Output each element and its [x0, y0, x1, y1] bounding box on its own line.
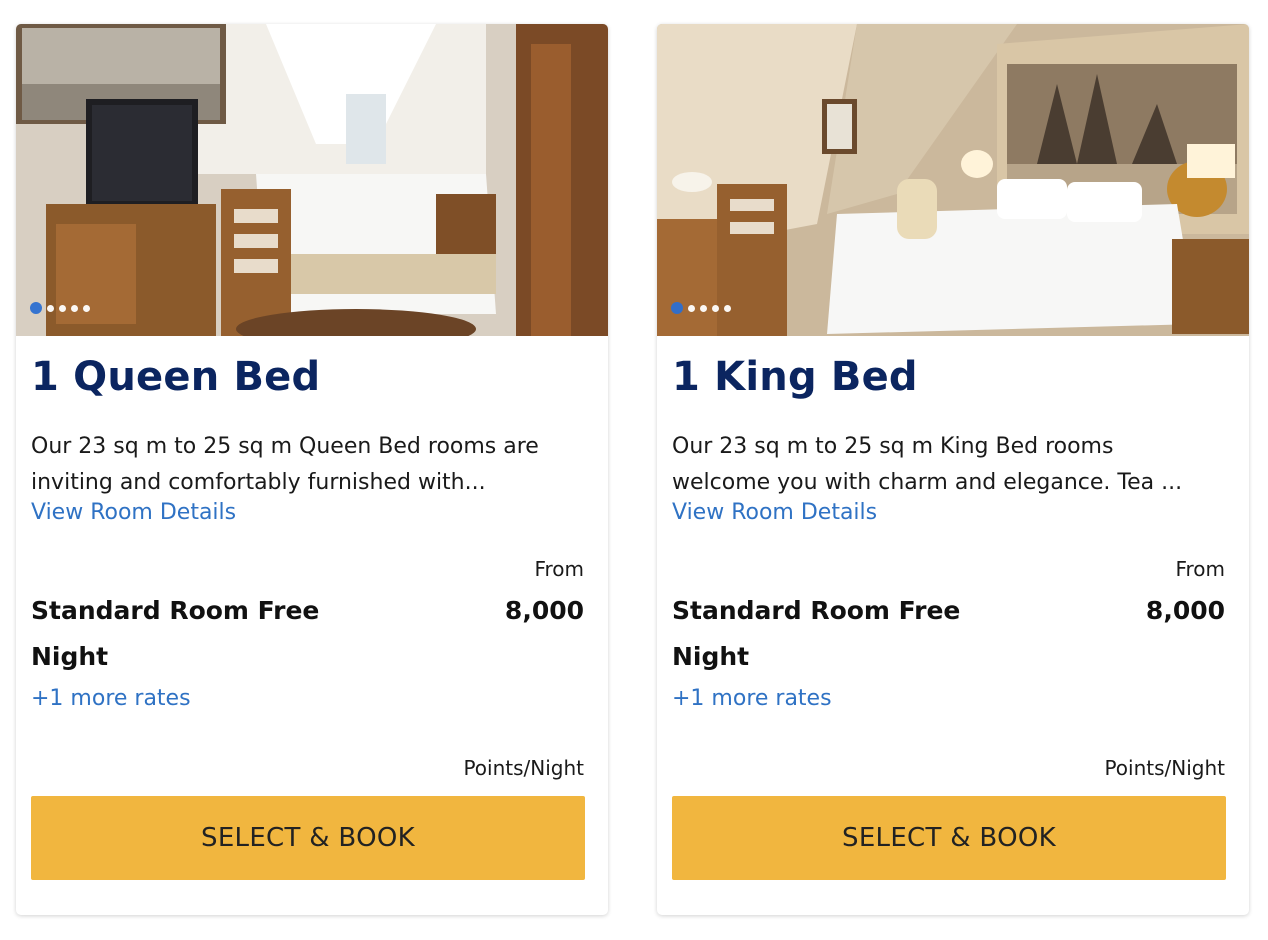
carousel-dots[interactable] — [671, 302, 736, 314]
room-photo — [16, 24, 608, 336]
rate-name: Standard Room Free Night — [31, 588, 371, 680]
room-description-line: inviting and comfortably furnished with.… — [31, 470, 486, 495]
room-title: 1 King Bed — [672, 354, 918, 400]
select-and-book-button[interactable]: SELECT & BOOK — [672, 796, 1226, 880]
carousel-dot-1[interactable] — [30, 302, 42, 314]
room-photo-carousel[interactable] — [657, 24, 1249, 336]
room-description-line: Our 23 sq m to 25 sq m Queen Bed rooms a… — [31, 434, 539, 459]
more-rates-link[interactable]: +1 more rates — [672, 686, 832, 711]
room-description: Our 23 sq m to 25 sq m King Bed rooms we… — [672, 429, 1242, 501]
from-label: From — [1175, 557, 1225, 581]
room-description: Our 23 sq m to 25 sq m Queen Bed rooms a… — [31, 429, 601, 501]
rate-points: 8,000 — [504, 596, 584, 625]
rate-name-line: Standard Room Free — [31, 596, 320, 625]
room-card-queen: 1 Queen Bed Our 23 sq m to 25 sq m Queen… — [16, 24, 608, 915]
carousel-dot-4[interactable] — [71, 304, 78, 312]
view-room-details-link[interactable]: View Room Details — [31, 500, 236, 525]
room-title: 1 Queen Bed — [31, 354, 321, 400]
rate-name: Standard Room Free Night — [672, 588, 1012, 680]
room-photo — [657, 24, 1249, 336]
select-and-book-button[interactable]: SELECT & BOOK — [31, 796, 585, 880]
rate-points: 8,000 — [1145, 596, 1225, 625]
carousel-dot-3[interactable] — [59, 304, 66, 312]
room-card-king: 1 King Bed Our 23 sq m to 25 sq m King B… — [657, 24, 1249, 915]
view-room-details-link[interactable]: View Room Details — [672, 500, 877, 525]
from-label: From — [534, 557, 584, 581]
carousel-dot-5[interactable] — [83, 304, 90, 312]
rate-name-line: Night — [672, 642, 750, 671]
more-rates-link[interactable]: +1 more rates — [31, 686, 191, 711]
carousel-dot-2[interactable] — [47, 304, 54, 312]
carousel-dot-4[interactable] — [712, 304, 719, 312]
carousel-dot-3[interactable] — [700, 304, 707, 312]
room-photo-carousel[interactable] — [16, 24, 608, 336]
rate-name-line: Standard Room Free — [672, 596, 961, 625]
room-description-line: Our 23 sq m to 25 sq m King Bed rooms — [672, 434, 1114, 459]
carousel-dot-2[interactable] — [688, 304, 695, 312]
points-per-night-label: Points/Night — [463, 756, 584, 780]
carousel-dot-1[interactable] — [671, 302, 683, 314]
carousel-dots[interactable] — [30, 302, 95, 314]
carousel-dot-5[interactable] — [724, 304, 731, 312]
rate-name-line: Night — [31, 642, 109, 671]
points-per-night-label: Points/Night — [1104, 756, 1225, 780]
room-description-line: welcome you with charm and elegance. Tea… — [672, 470, 1183, 495]
